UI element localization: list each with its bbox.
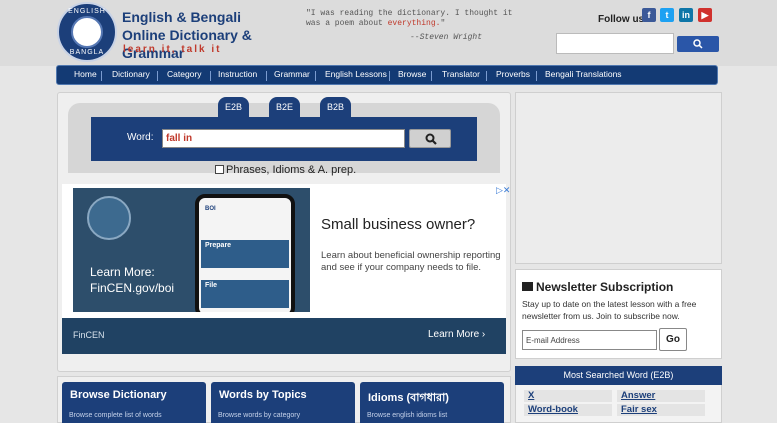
word-search-input[interactable]: fall in	[162, 129, 405, 148]
nav-divider	[431, 71, 432, 81]
nav-proverbs[interactable]: Proverbs	[496, 69, 530, 79]
quote-highlight: everything.	[387, 19, 441, 28]
ad-seal-icon	[87, 196, 131, 240]
header-quote: "I was reading the dictionary. I thought…	[306, 9, 516, 29]
logo-emblem	[71, 16, 103, 48]
quote-author: --Steven Wright	[410, 33, 483, 42]
newsletter-email-input[interactable]: E-mail Address	[522, 330, 657, 350]
ad-body: Learn about beneficial ownership reporti…	[321, 250, 501, 273]
ad-phone-band-prepare: Prepare	[201, 240, 289, 268]
ad-phone-image: BOI Prepare File	[195, 194, 295, 312]
twitter-icon[interactable]: t	[660, 8, 674, 22]
ad-learn-more-button[interactable]: Learn More ›	[428, 329, 485, 340]
phrases-checkbox[interactable]	[215, 165, 224, 174]
linkedin-icon[interactable]: in	[679, 8, 693, 22]
nav-category[interactable]: Category	[167, 69, 202, 79]
envelope-icon	[522, 282, 533, 291]
card-subtitle: Browse words by category	[218, 412, 301, 419]
ad-brand: FinCEN	[73, 330, 105, 340]
most-searched-word[interactable]: X	[524, 390, 612, 402]
nav-divider	[486, 71, 487, 81]
newsletter-title-text: Newsletter Subscription	[536, 280, 674, 294]
site-tagline: learn it, talk it	[123, 44, 222, 55]
search-icon	[693, 39, 703, 49]
card-subtitle: Browse english idioms list	[367, 412, 448, 419]
word-label: Word:	[127, 132, 154, 143]
phrases-checkbox-label: Phrases, Idioms & A. prep.	[226, 164, 357, 176]
nav-instruction[interactable]: Instruction	[218, 69, 257, 79]
nav-divider	[157, 71, 158, 81]
ad-phone-band-file: File	[201, 280, 289, 308]
facebook-icon[interactable]: f	[642, 8, 656, 22]
nav-divider	[266, 71, 267, 81]
phrases-checkbox-row[interactable]: Phrases, Idioms & A. prep.	[215, 164, 356, 176]
quote-close: "	[440, 19, 446, 28]
nav-browse[interactable]: Browse	[398, 69, 426, 79]
nav-divider	[315, 71, 316, 81]
nav-divider	[389, 71, 390, 81]
sidebar-ad-slot	[515, 92, 722, 264]
nav-divider	[101, 71, 102, 81]
header-search-button[interactable]	[677, 36, 719, 52]
card-title: Browse Dictionary	[70, 389, 167, 401]
nav-grammar[interactable]: Grammar	[274, 69, 310, 79]
tab-b2b[interactable]: B2B	[320, 97, 351, 117]
youtube-icon[interactable]: ▶	[698, 8, 712, 22]
nav-divider	[210, 71, 211, 81]
nav-home[interactable]: Home	[74, 69, 97, 79]
card-words-by-topics[interactable]: Words by Topics Browse words by category	[211, 382, 355, 423]
card-subtitle: Browse complete list of words	[69, 412, 162, 419]
logo-bottom-text: BANGLA	[69, 49, 105, 56]
word-search-button[interactable]	[409, 129, 451, 148]
newsletter-title: Newsletter Subscription	[522, 280, 673, 294]
main-nav: Home Dictionary Category Instruction Gra…	[56, 65, 718, 85]
card-browse-dictionary[interactable]: Browse Dictionary Browse complete list o…	[62, 382, 206, 423]
nav-english-lessons[interactable]: English Lessons	[325, 69, 387, 79]
ad-headline[interactable]: Small business owner?	[321, 216, 475, 233]
ad-choices-icon[interactable]: ▷✕	[496, 185, 510, 196]
logo-top-text: ENGLISH	[68, 8, 106, 15]
card-idioms[interactable]: Idioms (বাগধারা) Browse english idioms l…	[360, 382, 504, 423]
tab-e2b[interactable]: E2B	[218, 97, 249, 117]
most-searched-word[interactable]: Fair sex	[617, 404, 705, 416]
nav-translator[interactable]: Translator	[442, 69, 480, 79]
newsletter-go-button[interactable]: Go	[659, 328, 687, 351]
ad-phone-header: BOI	[205, 206, 216, 212]
site-logo[interactable]: ENGLISH BANGLA	[57, 2, 117, 62]
card-title: Words by Topics	[219, 389, 307, 401]
newsletter-text: Stay up to date on the latest lesson wit…	[522, 299, 697, 321]
ad-learn-line1: Learn More:	[90, 265, 155, 279]
ad-cta-label: Learn More	[428, 329, 480, 340]
ad-image[interactable]: BOI Prepare File Learn More: FinCEN.gov/…	[73, 188, 310, 312]
most-searched-title: Most Searched Word (E2B)	[515, 366, 722, 385]
most-searched-word[interactable]: Answer	[617, 390, 705, 402]
ad-learn-line2: FinCEN.gov/boi	[90, 281, 175, 295]
nav-bengali-translations[interactable]: Bengali Translations	[545, 69, 622, 79]
nav-dictionary[interactable]: Dictionary	[112, 69, 150, 79]
ad-phone-band-label: File	[205, 282, 218, 289]
most-searched-word[interactable]: Word-book	[524, 404, 612, 416]
header-search-input[interactable]	[556, 33, 674, 54]
tab-b2e[interactable]: B2E	[269, 97, 300, 117]
nav-divider	[536, 71, 537, 81]
search-icon	[425, 133, 437, 145]
chevron-right-icon: ›	[481, 329, 486, 340]
ad-phone-band-label: Prepare	[205, 242, 232, 249]
card-title: Idioms (বাগধারা)	[368, 392, 449, 404]
ad-learn-more-text: Learn More: FinCEN.gov/boi	[90, 264, 174, 296]
follow-label: Follow us:	[598, 14, 648, 25]
